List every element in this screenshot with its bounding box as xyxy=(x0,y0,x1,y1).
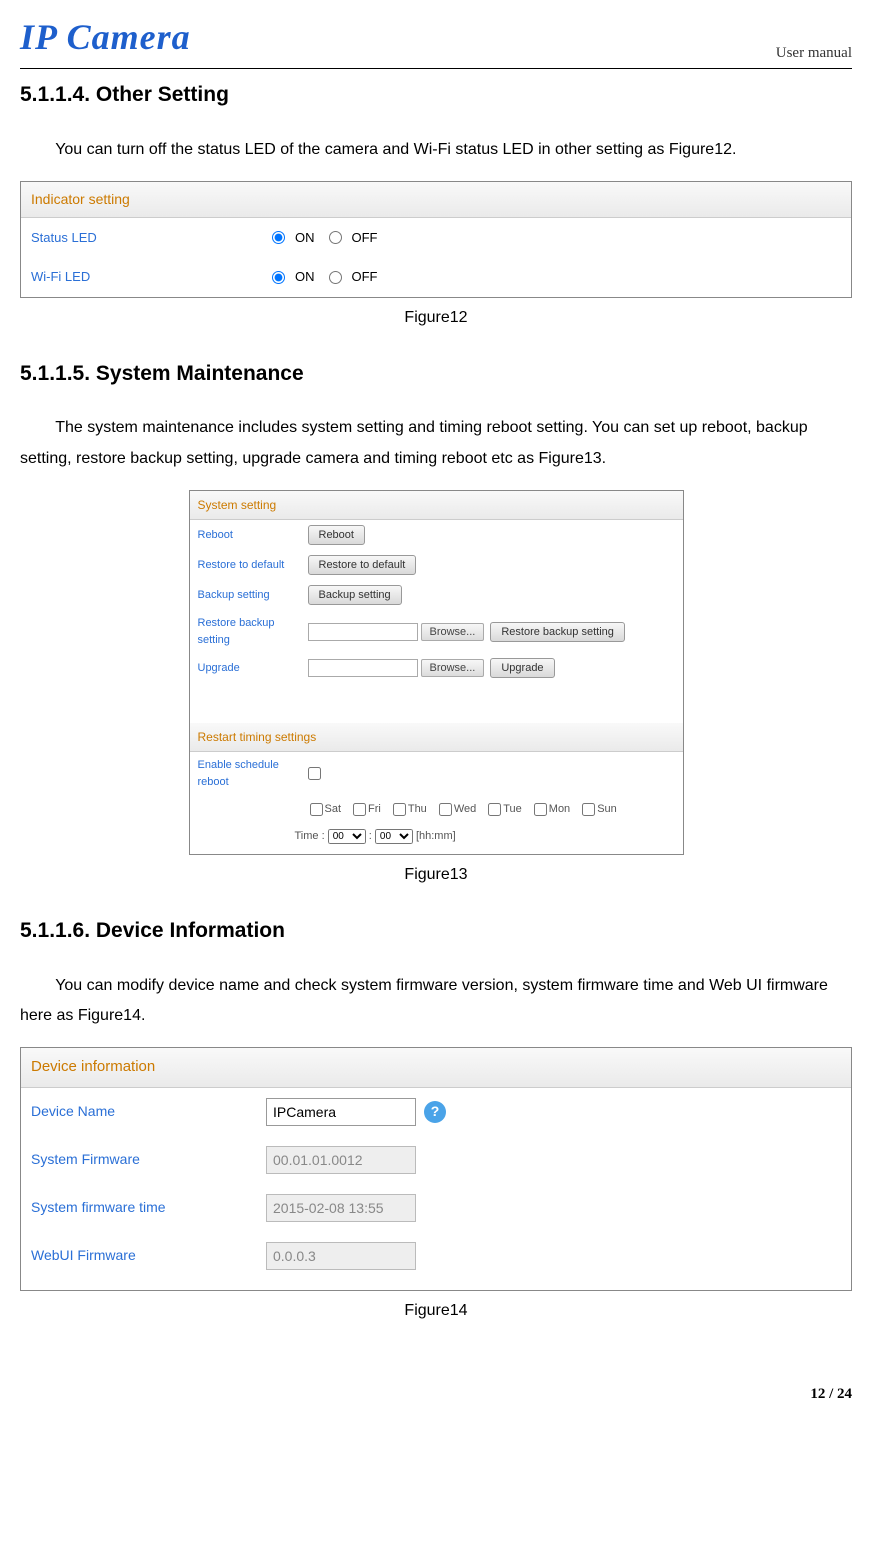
help-icon[interactable]: ? xyxy=(424,1101,446,1123)
label-restore: Restore to default xyxy=(198,557,308,574)
label-restorebk: Restore backup setting xyxy=(198,615,308,648)
label-wifi-led: Wi-Fi LED xyxy=(31,267,266,287)
enable-reboot-checkbox[interactable] xyxy=(308,767,321,780)
label-device-name: Device Name xyxy=(31,1101,266,1122)
day-sun[interactable] xyxy=(582,803,595,816)
sys-fw-field xyxy=(266,1146,416,1174)
caption-fig14: Figure14 xyxy=(20,1299,852,1323)
day-mon[interactable] xyxy=(534,803,547,816)
day-fri[interactable] xyxy=(353,803,366,816)
label-off2: OFF xyxy=(352,267,378,287)
time-label: Time : xyxy=(295,830,325,842)
logo: IP Camera xyxy=(20,10,191,64)
fig14-title: Device information xyxy=(21,1048,851,1088)
row-status-led: Status LED ON OFF xyxy=(21,218,851,258)
time-hh[interactable]: 00 xyxy=(328,829,366,844)
label-status-led: Status LED xyxy=(31,228,266,248)
label-reboot: Reboot xyxy=(198,527,308,544)
restore-button[interactable]: Restore to default xyxy=(308,555,417,575)
caption-fig13: Figure13 xyxy=(20,863,852,887)
day-tue[interactable] xyxy=(488,803,501,816)
figure14-panel: Device information Device Name ? System … xyxy=(20,1047,852,1291)
row-wifi-led: Wi-Fi LED ON OFF xyxy=(21,257,851,297)
hhmm-hint: [hh:mm] xyxy=(416,830,456,842)
webui-field xyxy=(266,1242,416,1270)
day-sat[interactable] xyxy=(310,803,323,816)
label-enable-reboot: Enable schedule reboot xyxy=(198,757,308,790)
label-on: ON xyxy=(295,228,315,248)
figure12-panel: Indicator setting Status LED ON OFF Wi-F… xyxy=(20,181,852,298)
figure13-panel: System setting Reboot Reboot Restore to … xyxy=(189,490,684,855)
label-webui: WebUI Firmware xyxy=(31,1245,266,1266)
time-mm[interactable]: 00 xyxy=(375,829,413,844)
body-other-setting: You can turn off the status LED of the c… xyxy=(20,135,852,165)
backup-button[interactable]: Backup setting xyxy=(308,585,402,605)
radio-status-on[interactable] xyxy=(272,231,285,244)
upgrade-button[interactable]: Upgrade xyxy=(490,658,554,678)
caption-fig12: Figure12 xyxy=(20,306,852,330)
heading-device-info: 5.1.1.6. Device Information xyxy=(20,915,852,947)
label-backup: Backup setting xyxy=(198,587,308,604)
restorebk-button[interactable]: Restore backup setting xyxy=(490,622,625,642)
label-sys-fw: System Firmware xyxy=(31,1149,266,1170)
days-row: Sat Fri Thu Wed Tue Mon Sun xyxy=(190,795,683,824)
radio-wifi-on[interactable] xyxy=(272,271,285,284)
time-row: Time : 00 : 00 [hh:mm] xyxy=(190,824,683,855)
header-label: User manual xyxy=(776,42,852,65)
fig13-title2: Restart timing settings xyxy=(190,723,683,752)
label-upgrade: Upgrade xyxy=(198,660,308,677)
heading-other-setting: 5.1.1.4. Other Setting xyxy=(20,79,852,111)
browse-button-2[interactable]: Browse... xyxy=(421,659,485,677)
radio-wifi-off[interactable] xyxy=(329,271,342,284)
page-header: IP Camera User manual xyxy=(20,10,852,69)
label-sys-time: System firmware time xyxy=(31,1197,266,1218)
radio-status-off[interactable] xyxy=(329,231,342,244)
sys-time-field xyxy=(266,1194,416,1222)
fig12-title: Indicator setting xyxy=(21,182,851,218)
day-wed[interactable] xyxy=(439,803,452,816)
upgrade-file-input[interactable] xyxy=(308,659,418,677)
label-off: OFF xyxy=(352,228,378,248)
page-number: 12 / 24 xyxy=(20,1383,852,1406)
restorebk-file-input[interactable] xyxy=(308,623,418,641)
body-system-maintenance: The system maintenance includes system s… xyxy=(20,413,852,474)
reboot-button[interactable]: Reboot xyxy=(308,525,365,545)
browse-button-1[interactable]: Browse... xyxy=(421,623,485,641)
device-name-input[interactable] xyxy=(266,1098,416,1126)
day-thu[interactable] xyxy=(393,803,406,816)
fig13-title1: System setting xyxy=(190,491,683,520)
heading-system-maintenance: 5.1.1.5. System Maintenance xyxy=(20,358,852,390)
label-on2: ON xyxy=(295,267,315,287)
body-device-info: You can modify device name and check sys… xyxy=(20,971,852,1032)
